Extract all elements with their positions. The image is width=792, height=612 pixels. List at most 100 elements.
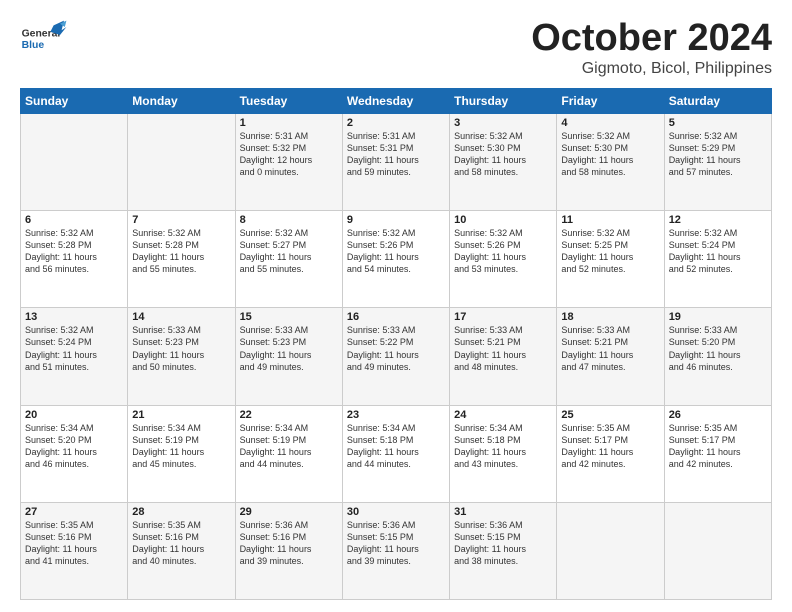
day-info: Sunrise: 5:33 AMSunset: 5:23 PMDaylight:…	[132, 325, 204, 371]
title-section: October 2024 Gigmoto, Bicol, Philippines	[531, 18, 772, 78]
day-info: Sunrise: 5:31 AMSunset: 5:31 PMDaylight:…	[347, 131, 419, 177]
day-number: 16	[347, 311, 445, 323]
day-number: 1	[240, 117, 338, 129]
day-info: Sunrise: 5:34 AMSunset: 5:20 PMDaylight:…	[25, 423, 97, 469]
week-row-3: 13 Sunrise: 5:32 AMSunset: 5:24 PMDayligh…	[21, 308, 772, 405]
day-number: 5	[669, 117, 767, 129]
day-number: 12	[669, 214, 767, 226]
day-number: 31	[454, 506, 552, 518]
day-number: 7	[132, 214, 230, 226]
day-number: 19	[669, 311, 767, 323]
calendar-cell	[557, 502, 664, 599]
day-number: 27	[25, 506, 123, 518]
calendar-cell: 10Sunrise: 5:32 AMSunset: 5:26 PMDayligh…	[450, 211, 557, 308]
header-saturday: Saturday	[664, 88, 771, 113]
day-number: 25	[561, 409, 659, 421]
day-number: 4	[561, 117, 659, 129]
day-info: Sunrise: 5:35 AMSunset: 5:16 PMDaylight:…	[25, 520, 97, 566]
day-info: Sunrise: 5:35 AMSunset: 5:16 PMDaylight:…	[132, 520, 204, 566]
calendar-cell: 31 Sunrise: 5:36 AMSunset: 5:15 PMDayligh…	[450, 502, 557, 599]
calendar-cell: 6 Sunrise: 5:32 AMSunset: 5:28 PMDaylight…	[21, 211, 128, 308]
day-info: Sunrise: 5:32 AMSunset: 5:24 PMDaylight:…	[669, 228, 741, 274]
calendar-cell	[21, 113, 128, 210]
day-number: 9	[347, 214, 445, 226]
calendar-cell: 23Sunrise: 5:34 AMSunset: 5:18 PMDayligh…	[342, 405, 449, 502]
calendar-cell: 15Sunrise: 5:33 AMSunset: 5:23 PMDayligh…	[235, 308, 342, 405]
calendar-cell: 22 Sunrise: 5:34 AMSunset: 5:19 PMDayligh…	[235, 405, 342, 502]
calendar-cell: 8Sunrise: 5:32 AMSunset: 5:27 PMDaylight…	[235, 211, 342, 308]
day-number: 18	[561, 311, 659, 323]
day-number: 30	[347, 506, 445, 518]
day-info: Sunrise: 5:32 AMSunset: 5:26 PMDaylight:…	[347, 228, 419, 274]
header-sunday: Sunday	[21, 88, 128, 113]
calendar-cell: 4 Sunrise: 5:32 AMSunset: 5:30 PMDaylight…	[557, 113, 664, 210]
day-number: 14	[132, 311, 230, 323]
day-info: Sunrise: 5:32 AMSunset: 5:30 PMDaylight:…	[454, 131, 526, 177]
day-info: Sunrise: 5:32 AMSunset: 5:28 PMDaylight:…	[25, 228, 97, 274]
day-info: Sunrise: 5:32 AMSunset: 5:25 PMDaylight:…	[561, 228, 633, 274]
calendar-cell: 3Sunrise: 5:32 AMSunset: 5:30 PMDaylight…	[450, 113, 557, 210]
location: Gigmoto, Bicol, Philippines	[531, 60, 772, 78]
day-number: 24	[454, 409, 552, 421]
day-number: 20	[25, 409, 123, 421]
day-info: Sunrise: 5:34 AMSunset: 5:19 PMDaylight:…	[240, 423, 312, 469]
day-info: Sunrise: 5:32 AMSunset: 5:30 PMDaylight:…	[561, 131, 633, 177]
day-info: Sunrise: 5:33 AMSunset: 5:21 PMDaylight:…	[454, 325, 526, 371]
week-row-5: 27 Sunrise: 5:35 AMSunset: 5:16 PMDayligh…	[21, 502, 772, 599]
weekday-header-row: Sunday Monday Tuesday Wednesday Thursday…	[21, 88, 772, 113]
day-number: 23	[347, 409, 445, 421]
calendar-cell: 24 Sunrise: 5:34 AMSunset: 5:18 PMDayligh…	[450, 405, 557, 502]
day-number: 6	[25, 214, 123, 226]
week-row-4: 20 Sunrise: 5:34 AMSunset: 5:20 PMDayligh…	[21, 405, 772, 502]
calendar-cell: 2 Sunrise: 5:31 AMSunset: 5:31 PMDaylight…	[342, 113, 449, 210]
day-info: Sunrise: 5:35 AMSunset: 5:17 PMDaylight:…	[669, 423, 741, 469]
calendar-cell: 1 Sunrise: 5:31 AMSunset: 5:32 PMDaylight…	[235, 113, 342, 210]
day-number: 26	[669, 409, 767, 421]
day-info: Sunrise: 5:33 AMSunset: 5:22 PMDaylight:…	[347, 325, 419, 371]
day-number: 28	[132, 506, 230, 518]
calendar-cell: 19 Sunrise: 5:33 AMSunset: 5:20 PMDayligh…	[664, 308, 771, 405]
day-info: Sunrise: 5:35 AMSunset: 5:17 PMDaylight:…	[561, 423, 633, 469]
calendar-cell: 16 Sunrise: 5:33 AMSunset: 5:22 PMDayligh…	[342, 308, 449, 405]
calendar-cell: 29 Sunrise: 5:36 AMSunset: 5:16 PMDayligh…	[235, 502, 342, 599]
day-info: Sunrise: 5:34 AMSunset: 5:18 PMDaylight:…	[454, 423, 526, 469]
day-number: 13	[25, 311, 123, 323]
calendar-cell: 20 Sunrise: 5:34 AMSunset: 5:20 PMDayligh…	[21, 405, 128, 502]
calendar-cell: 14 Sunrise: 5:33 AMSunset: 5:23 PMDayligh…	[128, 308, 235, 405]
day-info: Sunrise: 5:33 AMSunset: 5:20 PMDaylight:…	[669, 325, 741, 371]
day-info: Sunrise: 5:36 AMSunset: 5:16 PMDaylight:…	[240, 520, 312, 566]
day-number: 2	[347, 117, 445, 129]
day-info: Sunrise: 5:36 AMSunset: 5:15 PMDaylight:…	[454, 520, 526, 566]
header-tuesday: Tuesday	[235, 88, 342, 113]
calendar-cell: 18 Sunrise: 5:33 AMSunset: 5:21 PMDayligh…	[557, 308, 664, 405]
svg-text:Blue: Blue	[22, 40, 45, 51]
logo: General Blue	[20, 18, 68, 56]
day-info: Sunrise: 5:32 AMSunset: 5:28 PMDaylight:…	[132, 228, 204, 274]
calendar-table: Sunday Monday Tuesday Wednesday Thursday…	[20, 88, 772, 600]
calendar-cell: 17 Sunrise: 5:33 AMSunset: 5:21 PMDayligh…	[450, 308, 557, 405]
calendar-cell: 9 Sunrise: 5:32 AMSunset: 5:26 PMDaylight…	[342, 211, 449, 308]
day-info: Sunrise: 5:32 AMSunset: 5:24 PMDaylight:…	[25, 325, 97, 371]
day-info: Sunrise: 5:31 AMSunset: 5:32 PMDaylight:…	[240, 131, 313, 177]
calendar-cell: 25 Sunrise: 5:35 AMSunset: 5:17 PMDayligh…	[557, 405, 664, 502]
calendar-cell: 7 Sunrise: 5:32 AMSunset: 5:28 PMDaylight…	[128, 211, 235, 308]
calendar-cell	[664, 502, 771, 599]
day-info: Sunrise: 5:33 AMSunset: 5:23 PMDaylight:…	[240, 325, 312, 371]
day-info: Sunrise: 5:36 AMSunset: 5:15 PMDaylight:…	[347, 520, 419, 566]
day-info: Sunrise: 5:33 AMSunset: 5:21 PMDaylight:…	[561, 325, 633, 371]
day-number: 22	[240, 409, 338, 421]
header-friday: Friday	[557, 88, 664, 113]
calendar-cell: 13 Sunrise: 5:32 AMSunset: 5:24 PMDayligh…	[21, 308, 128, 405]
header-wednesday: Wednesday	[342, 88, 449, 113]
day-number: 8	[240, 214, 338, 226]
month-title: October 2024	[531, 18, 772, 60]
day-number: 17	[454, 311, 552, 323]
day-number: 29	[240, 506, 338, 518]
day-number: 21	[132, 409, 230, 421]
calendar-cell: 28 Sunrise: 5:35 AMSunset: 5:16 PMDayligh…	[128, 502, 235, 599]
day-info: Sunrise: 5:32 AMSunset: 5:29 PMDaylight:…	[669, 131, 741, 177]
week-row-2: 6 Sunrise: 5:32 AMSunset: 5:28 PMDaylight…	[21, 211, 772, 308]
calendar-cell: 12 Sunrise: 5:32 AMSunset: 5:24 PMDayligh…	[664, 211, 771, 308]
calendar-cell: 5 Sunrise: 5:32 AMSunset: 5:29 PMDaylight…	[664, 113, 771, 210]
header: General Blue October 2024 Gigmoto, Bicol…	[20, 18, 772, 78]
